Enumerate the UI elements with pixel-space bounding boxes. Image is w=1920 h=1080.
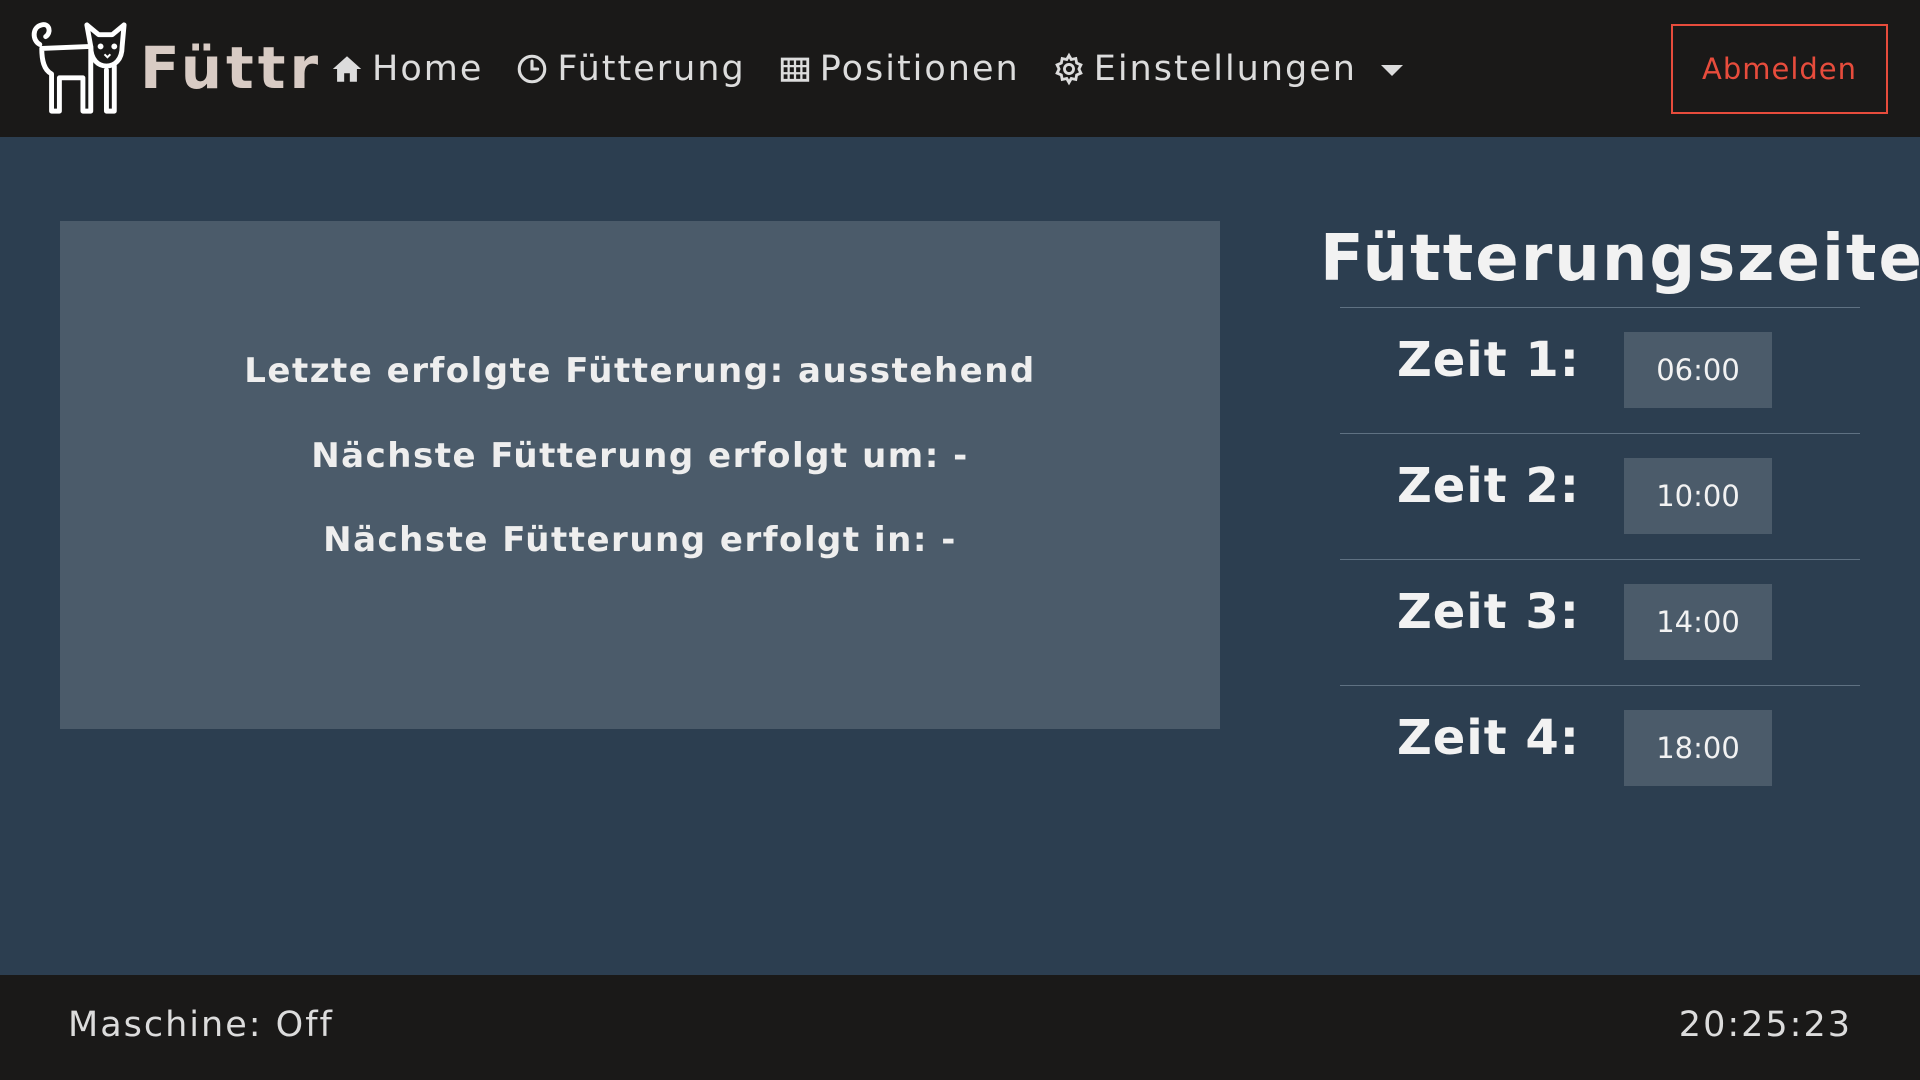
grid-icon xyxy=(780,57,809,82)
top-navbar: Füttr Home Fütterung Positionen Einstell… xyxy=(0,0,1920,137)
feeding-times-list: Zeit 1: 06:00 Zeit 2: 10:00 Zeit 3: 14:0… xyxy=(1340,307,1860,811)
feeding-times-title: Fütterungszeiten xyxy=(1320,222,1920,296)
nav-item-label: Fütterung xyxy=(557,48,746,89)
clock: 20:25:23 xyxy=(1678,1005,1852,1045)
next-feeding-in-text: Nächste Fütterung erfolgt in: - xyxy=(323,520,957,560)
time-row: Zeit 2: 10:00 xyxy=(1340,433,1860,559)
time-value-field[interactable]: 14:00 xyxy=(1624,584,1772,660)
feeding-times-section: Fütterungszeiten Zeit 1: 06:00 Zeit 2: 1… xyxy=(1320,217,1920,786)
brand[interactable]: Füttr xyxy=(30,16,322,120)
nav-item-home[interactable]: Home xyxy=(330,49,483,89)
nav-item-fuetterung[interactable]: Fütterung xyxy=(515,49,745,89)
time-label: Zeit 3: xyxy=(1396,584,1580,640)
cat-icon xyxy=(31,22,127,114)
time-value-field[interactable]: 10:00 xyxy=(1624,458,1772,534)
main-nav: Home Fütterung Positionen Einstellungen xyxy=(330,0,1435,137)
gear-icon xyxy=(1054,52,1083,85)
feeding-status-panel: Letzte erfolgte Fütterung: ausstehend Nä… xyxy=(60,221,1220,729)
time-value-field[interactable]: 06:00 xyxy=(1624,332,1772,408)
nav-item-label: Einstellungen xyxy=(1093,48,1357,89)
time-label: Zeit 4: xyxy=(1396,710,1580,766)
status-footer: Maschine: Off 20:25:23 xyxy=(0,975,1920,1080)
time-label: Zeit 1: xyxy=(1396,332,1580,388)
nav-item-einstellungen[interactable]: Einstellungen xyxy=(1052,49,1403,89)
machine-status: Maschine: Off xyxy=(68,1005,334,1045)
time-row: Zeit 4: 18:00 xyxy=(1340,685,1860,811)
nav-item-positionen[interactable]: Positionen xyxy=(778,49,1020,89)
time-row: Zeit 1: 06:00 xyxy=(1340,307,1860,433)
next-feeding-at-text: Nächste Fütterung erfolgt um: - xyxy=(311,436,969,476)
logout-button[interactable]: Abmelden xyxy=(1671,24,1888,114)
time-row: Zeit 3: 14:00 xyxy=(1340,559,1860,685)
clock-icon xyxy=(518,54,547,83)
nav-item-label: Home xyxy=(372,48,484,89)
time-value-field[interactable]: 18:00 xyxy=(1624,710,1772,786)
time-label: Zeit 2: xyxy=(1396,458,1580,514)
brand-name: Füttr xyxy=(140,34,323,102)
last-feeding-text: Letzte erfolgte Fütterung: ausstehend xyxy=(244,351,1036,391)
chevron-down-icon xyxy=(1380,65,1403,76)
nav-item-label: Positionen xyxy=(819,48,1020,89)
home-icon xyxy=(332,55,362,82)
